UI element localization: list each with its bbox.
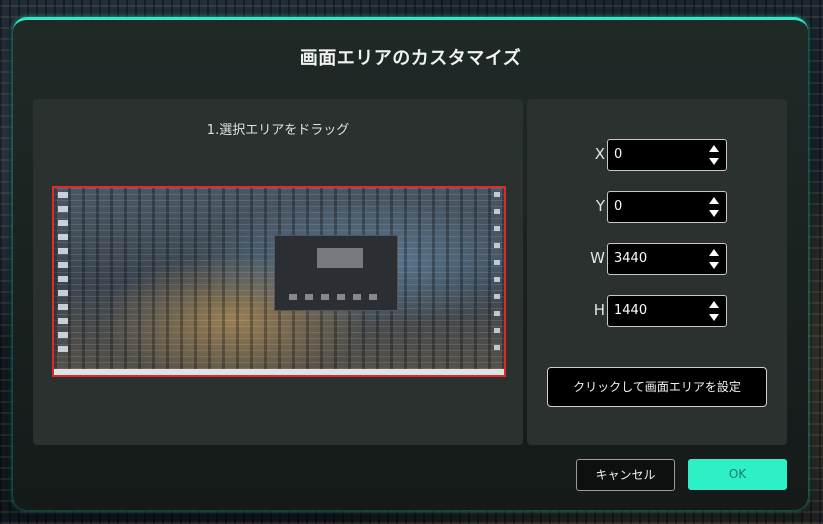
down-arrow-icon[interactable] xyxy=(709,314,719,321)
x-input[interactable]: 0 xyxy=(607,139,727,171)
screen-preview-selection[interactable] xyxy=(52,186,506,377)
preview-app-controls xyxy=(289,294,385,300)
field-row-w: W 3440 xyxy=(527,243,787,275)
w-label: W xyxy=(590,249,605,267)
h-value: 1440 xyxy=(614,303,648,318)
customize-area-dialog: 画面エリアのカスタマイズ 1.選択エリアをドラッグ X 0 Y 0 W 3440… xyxy=(13,17,808,510)
ok-button[interactable]: OK xyxy=(688,459,787,490)
y-label: Y xyxy=(595,197,605,215)
down-arrow-icon[interactable] xyxy=(709,262,719,269)
up-arrow-icon[interactable] xyxy=(709,301,719,308)
selection-panel: 1.選択エリアをドラッグ xyxy=(33,99,523,445)
w-value: 3440 xyxy=(614,251,648,266)
y-input[interactable]: 0 xyxy=(607,191,727,223)
x-stepper[interactable] xyxy=(708,144,720,166)
h-stepper[interactable] xyxy=(708,300,720,322)
preview-desktop-icons-left xyxy=(58,192,68,360)
h-input[interactable]: 1440 xyxy=(607,295,727,327)
down-arrow-icon[interactable] xyxy=(709,158,719,165)
y-stepper[interactable] xyxy=(708,196,720,218)
preview-taskbar xyxy=(54,369,504,375)
preview-app-thumbnail xyxy=(317,248,363,268)
dialog-title: 画面エリアのカスタマイズ xyxy=(299,48,522,69)
up-arrow-icon[interactable] xyxy=(709,145,719,152)
h-label: H xyxy=(593,301,605,319)
down-arrow-icon[interactable] xyxy=(709,210,719,217)
field-row-h: H 1440 xyxy=(527,295,787,327)
cancel-button[interactable]: キャンセル xyxy=(576,459,675,491)
x-label: X xyxy=(594,145,605,163)
w-input[interactable]: 3440 xyxy=(607,243,727,275)
field-row-x: X 0 xyxy=(527,139,787,171)
drag-instruction: 1.選択エリアをドラッグ xyxy=(206,123,350,138)
set-screen-area-button[interactable]: クリックして画面エリアを設定 xyxy=(547,367,767,407)
y-value: 0 xyxy=(614,199,623,214)
w-stepper[interactable] xyxy=(708,248,720,270)
x-value: 0 xyxy=(614,147,623,162)
preview-app-window xyxy=(274,235,398,311)
preview-desktop-icons-right xyxy=(494,192,500,360)
up-arrow-icon[interactable] xyxy=(709,249,719,256)
coordinates-panel: X 0 Y 0 W 3440 H 1440 クリックして画面エリアを設定 xyxy=(527,99,787,445)
up-arrow-icon[interactable] xyxy=(709,197,719,204)
field-row-y: Y 0 xyxy=(527,191,787,223)
